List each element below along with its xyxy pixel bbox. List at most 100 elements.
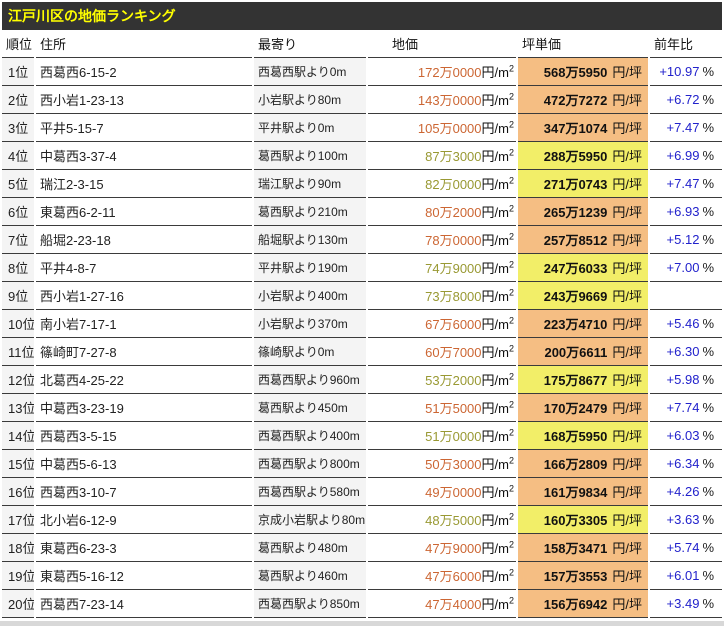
station-cell: 西葛西駅より960m	[254, 365, 366, 393]
tsubo-price-unit: 円/坪	[612, 541, 642, 556]
yoy-unit: %	[702, 540, 714, 555]
yoy-cell: +6.01%	[650, 561, 722, 589]
tsubo-price-value: 200万6611	[544, 345, 607, 360]
tsubo-price-cell: 161万9834円/坪	[518, 477, 648, 505]
address-cell: 平井5-15-7	[36, 113, 252, 141]
address-cell: 西葛西6-15-2	[36, 57, 252, 85]
yoy-unit: %	[702, 176, 714, 191]
rank-cell: 14位	[2, 421, 34, 449]
address-cell: 西小岩1-27-16	[36, 281, 252, 309]
rank-cell: 6位	[2, 197, 34, 225]
tsubo-price-unit: 円/坪	[612, 65, 642, 80]
yoy-value: +6.34	[667, 456, 700, 471]
yoy-cell: +7.00%	[650, 253, 722, 281]
tsubo-price-cell: 170万2479円/坪	[518, 393, 648, 421]
rank-cell: 17位	[2, 505, 34, 533]
tsubo-price-cell: 243万9669円/坪	[518, 281, 648, 309]
table-row: 2位 西小岩1-23-13 小岩駅より80m 143万0000円/m2 472万…	[2, 85, 722, 113]
yoy-unit: %	[702, 316, 714, 331]
yoy-value: +5.46	[667, 316, 700, 331]
price-value: 53万2000	[425, 373, 481, 388]
rank-cell: 7位	[2, 225, 34, 253]
yoy-cell: +3.63%	[650, 505, 722, 533]
address-cell: 北小岩6-12-9	[36, 505, 252, 533]
price-value: 47万9000	[425, 541, 481, 556]
yoy-unit: %	[702, 204, 714, 219]
yoy-unit: %	[702, 344, 714, 359]
price-unit: 円/m2	[482, 373, 514, 388]
yoy-unit: %	[702, 64, 714, 79]
price-cell: 82万0000円/m2	[368, 169, 516, 197]
tsubo-price-cell: 160万3305円/坪	[518, 505, 648, 533]
tsubo-price-unit: 円/坪	[612, 457, 642, 472]
tsubo-price-unit: 円/坪	[612, 121, 642, 136]
tsubo-price-unit: 円/坪	[612, 373, 642, 388]
price-value: 143万0000	[418, 93, 482, 108]
tsubo-price-value: 271万0743	[544, 177, 608, 192]
address-cell: 篠崎町7-27-8	[36, 337, 252, 365]
yoy-cell: +6.34%	[650, 449, 722, 477]
price-unit: 円/m2	[482, 261, 514, 276]
yoy-cell: +5.46%	[650, 309, 722, 337]
price-unit: 円/m2	[482, 541, 514, 556]
tsubo-price-unit: 円/坪	[612, 149, 642, 164]
address-cell: 西小岩1-23-13	[36, 85, 252, 113]
price-value: 82万0000	[425, 177, 481, 192]
yoy-cell: +6.30%	[650, 337, 722, 365]
yoy-cell: +5.98%	[650, 365, 722, 393]
station-cell: 篠崎駅より0m	[254, 337, 366, 365]
table-row: 15位 中葛西5-6-13 西葛西駅より800m 50万3000円/m2 166…	[2, 449, 722, 477]
rank-cell: 13位	[2, 393, 34, 421]
price-cell: 143万0000円/m2	[368, 85, 516, 113]
yoy-value: +6.93	[667, 204, 700, 219]
station-cell: 西葛西駅より800m	[254, 449, 366, 477]
rank-cell: 8位	[2, 253, 34, 281]
price-value: 73万8000	[425, 289, 481, 304]
rank-cell: 11位	[2, 337, 34, 365]
yoy-value: +5.12	[667, 232, 700, 247]
price-cell: 67万6000円/m2	[368, 309, 516, 337]
tsubo-price-value: 175万8677	[544, 373, 608, 388]
yoy-unit: %	[702, 372, 714, 387]
yoy-unit: %	[702, 232, 714, 247]
tsubo-price-value: 288万5950	[544, 149, 608, 164]
station-cell: 西葛西駅より580m	[254, 477, 366, 505]
tsubo-price-cell: 288万5950 円/坪	[518, 141, 648, 169]
rank-cell: 10位	[2, 309, 34, 337]
rank-cell: 5位	[2, 169, 34, 197]
tsubo-price-unit: 円/坪	[612, 93, 642, 108]
tsubo-price-unit: 円/坪	[612, 485, 642, 500]
tsubo-price-cell: 175万8677 円/坪	[518, 365, 648, 393]
header-tsubo-price: 坪単価	[518, 30, 648, 57]
station-cell: 西葛西駅より850m	[254, 589, 366, 618]
price-value: 80万2000	[425, 205, 481, 220]
table-row: 7位 船堀2-23-18 船堀駅より130m 78万0000円/m2 257万8…	[2, 225, 722, 253]
tsubo-price-cell: 265万1239円/坪	[518, 197, 648, 225]
yoy-unit: %	[702, 512, 714, 527]
tsubo-price-cell: 257万8512円/坪	[518, 225, 648, 253]
rank-cell: 9位	[2, 281, 34, 309]
price-unit: 円/m2	[482, 569, 514, 584]
rank-cell: 4位	[2, 141, 34, 169]
station-cell: 葛西駅より480m	[254, 533, 366, 561]
tsubo-price-cell: 166万2809円/坪	[518, 449, 648, 477]
tsubo-price-value: 265万1239	[544, 205, 608, 220]
station-cell: 小岩駅より370m	[254, 309, 366, 337]
yoy-cell: +6.72%	[650, 85, 722, 113]
price-value: 51万5000	[425, 401, 481, 416]
price-cell: 80万2000円/m2	[368, 197, 516, 225]
yoy-cell: +6.99%	[650, 141, 722, 169]
yoy-value: +6.01	[667, 568, 700, 583]
table-row: 8位 平井4-8-7 平井駅より190m 74万9000円/m2 247万603…	[2, 253, 722, 281]
tsubo-price-cell: 271万0743円/坪	[518, 169, 648, 197]
rank-cell: 2位	[2, 85, 34, 113]
price-value: 87万3000	[425, 149, 481, 164]
tsubo-price-value: 472万7272	[544, 93, 608, 108]
price-unit: 円/m2	[482, 597, 514, 612]
address-cell: 西葛西3-10-7	[36, 477, 252, 505]
station-cell: 小岩駅より80m	[254, 85, 366, 113]
price-value: 50万3000	[425, 457, 481, 472]
price-cell: 73万8000円/m2	[368, 281, 516, 309]
price-unit: 円/m2	[482, 121, 514, 136]
yoy-value: +3.63	[667, 512, 700, 527]
